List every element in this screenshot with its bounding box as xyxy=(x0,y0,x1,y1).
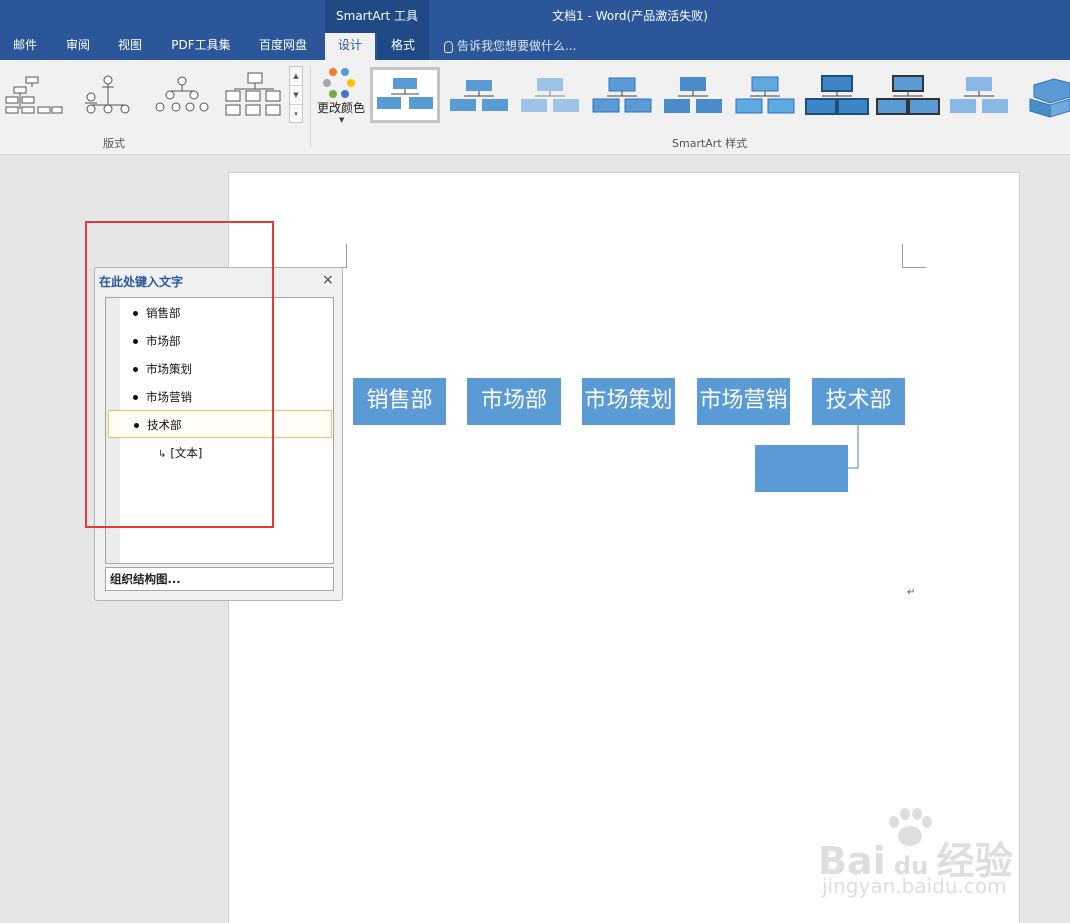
layout-circle-hierarchy-thumb[interactable] xyxy=(150,69,212,121)
tab-mail[interactable]: 邮件 xyxy=(0,33,50,60)
smartart-child-node[interactable] xyxy=(755,445,848,492)
change-colors-label: 更改颜色 xyxy=(316,101,365,115)
style-thumb-light[interactable] xyxy=(515,67,585,123)
margin-corner-top-left xyxy=(323,244,347,268)
smartart-node[interactable]: 市场策划 xyxy=(582,378,675,425)
watermark-url: jingyan.baidu.com xyxy=(822,874,1007,898)
smartart-node[interactable]: 市场营销 xyxy=(697,378,790,425)
tab-pdf-tools[interactable]: PDF工具集 xyxy=(160,33,242,60)
tab-review[interactable]: 审阅 xyxy=(52,33,104,60)
lightbulb-icon xyxy=(444,40,453,53)
tab-design[interactable]: 设计 xyxy=(325,33,375,60)
group-divider xyxy=(310,66,311,148)
color-dot xyxy=(329,90,337,98)
layout-hierarchy-thumb[interactable] xyxy=(2,69,64,121)
margin-corner-top-right xyxy=(902,244,926,268)
color-dot xyxy=(341,90,349,98)
color-dot xyxy=(347,79,355,87)
tab-baidu-netdisk[interactable]: 百度网盘 xyxy=(246,33,320,60)
tab-view[interactable]: 视图 xyxy=(104,33,156,60)
text-pane-footer-link[interactable]: 组织结构图... xyxy=(105,567,334,591)
color-dot xyxy=(323,79,331,87)
smartart-node[interactable]: 销售部 xyxy=(353,378,446,425)
color-dot xyxy=(341,68,349,76)
layout-circle-title-thumb[interactable] xyxy=(77,69,139,121)
connector-line xyxy=(847,425,859,469)
style-thumb-gradient[interactable] xyxy=(730,67,800,123)
ribbon: ▲ ▼ ▾ 版式 更改颜色 ▼ SmartArt 样式 xyxy=(0,60,1070,155)
paragraph-mark-icon: ↵ xyxy=(907,587,916,598)
baidu-jingyan-watermark: Bai du 经验 jingyan.baidu.com xyxy=(818,808,1018,903)
change-colors-button[interactable]: 更改颜色 ▼ xyxy=(315,66,367,128)
style-thumb-subtle[interactable] xyxy=(587,67,657,123)
layout-gallery-scroll[interactable]: ▲ ▼ ▾ xyxy=(289,66,303,123)
smartart-node[interactable]: 市场部 xyxy=(467,378,561,425)
style-thumb-polished[interactable] xyxy=(944,67,1014,123)
document-title: 文档1 - Word(产品激活失败) xyxy=(552,9,708,23)
style-thumb-simple[interactable] xyxy=(370,67,440,123)
close-icon[interactable]: × xyxy=(322,272,334,288)
title-bar: SmartArt 工具 文档1 - Word(产品激活失败) 邮件 审阅 视图 … xyxy=(0,0,1070,60)
smartart-styles-group-label: SmartArt 样式 xyxy=(672,137,748,150)
tell-me-placeholder: 告诉我您想要做什么... xyxy=(457,39,577,53)
red-highlight-box xyxy=(85,221,274,528)
style-thumb-intense[interactable] xyxy=(802,67,872,123)
dropdown-arrow-icon: ▼ xyxy=(339,116,345,124)
layout-gallery xyxy=(0,65,290,125)
scroll-down-icon[interactable]: ▼ xyxy=(290,86,302,105)
layout-group-label: 版式 xyxy=(103,137,125,150)
smartart-tools-context: SmartArt 工具 xyxy=(325,0,429,33)
color-dot xyxy=(329,68,337,76)
smartart-node[interactable]: 技术部 xyxy=(812,378,905,425)
gallery-more-icon[interactable]: ▾ xyxy=(290,105,302,124)
layout-labeled-hierarchy-thumb[interactable] xyxy=(222,69,284,121)
scroll-up-icon[interactable]: ▲ xyxy=(290,67,302,86)
style-thumb-moderate[interactable] xyxy=(658,67,728,123)
style-thumb-3d-cubes[interactable] xyxy=(1020,67,1070,123)
tab-format[interactable]: 格式 xyxy=(377,33,429,60)
style-thumb-flat[interactable] xyxy=(444,67,514,123)
style-thumb-inset[interactable] xyxy=(873,67,943,123)
tell-me-box[interactable]: 告诉我您想要做什么... xyxy=(444,33,576,60)
